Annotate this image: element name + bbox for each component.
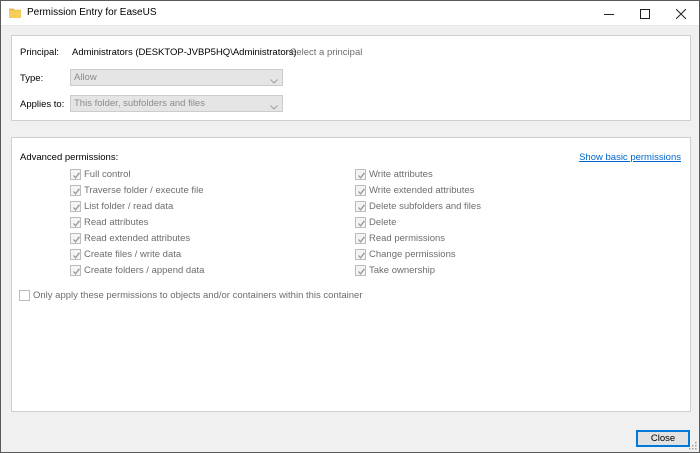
perm-label: Write extended attributes (369, 185, 475, 196)
advanced-permissions-panel: Advanced permissions: Show basic permiss… (11, 137, 691, 412)
permission-entry-window: Permission Entry for EaseUS Principal: A… (0, 0, 700, 453)
checkbox-checked-icon (70, 185, 81, 196)
perm-read-extended-attributes[interactable]: Read extended attributes (70, 232, 190, 245)
checkbox-checked-icon (70, 249, 81, 260)
minimize-button[interactable] (591, 1, 627, 26)
close-button[interactable]: Close (636, 430, 690, 447)
checkbox-checked-icon (70, 265, 81, 276)
resize-grip-icon[interactable] (687, 440, 697, 450)
minimize-icon (604, 13, 614, 15)
window-close-button[interactable] (663, 1, 699, 26)
applies-to-select[interactable]: This folder, subfolders and files (70, 95, 283, 112)
only-apply-label: Only apply these permissions to objects … (33, 290, 363, 301)
perm-create-folders[interactable]: Create folders / append data (70, 264, 204, 277)
close-icon (676, 8, 686, 19)
perm-label: Read extended attributes (84, 233, 191, 244)
perm-traverse-folder[interactable]: Traverse folder / execute file (70, 184, 204, 197)
perm-label: Create files / write data (84, 249, 182, 260)
principal-label: Principal: (20, 47, 60, 58)
perm-delete-subfolders[interactable]: Delete subfolders and files (355, 200, 481, 213)
checkbox-checked-icon (355, 217, 366, 228)
perm-write-extended-attributes[interactable]: Write extended attributes (355, 184, 474, 197)
title-bar[interactable]: Permission Entry for EaseUS (1, 1, 699, 26)
checkbox-checked-icon (70, 233, 81, 244)
perm-label: Traverse folder / execute file (84, 185, 204, 196)
checkbox-checked-icon (355, 249, 366, 260)
checkbox-checked-icon (355, 169, 366, 180)
advanced-permissions-title: Advanced permissions: (20, 152, 119, 163)
perm-label: Read permissions (369, 233, 446, 244)
checkbox-checked-icon (355, 201, 366, 212)
checkbox-checked-icon (355, 185, 366, 196)
perm-label: List folder / read data (84, 201, 174, 212)
principal-panel: Principal: Administrators (DESKTOP-JVBP5… (11, 35, 691, 121)
select-principal-link[interactable]: Select a principal (290, 47, 362, 58)
perm-write-attributes[interactable]: Write attributes (355, 168, 433, 181)
maximize-icon (640, 8, 650, 19)
checkbox-checked-icon (355, 233, 366, 244)
applies-to-label: Applies to: (20, 99, 65, 110)
perm-label: Take ownership (369, 265, 436, 276)
type-label: Type: (20, 73, 44, 84)
checkbox-checked-icon (70, 217, 81, 228)
checkbox-unchecked-icon (19, 290, 30, 301)
checkbox-checked-icon (70, 201, 81, 212)
perm-label: Full control (84, 169, 131, 180)
perm-change-permissions[interactable]: Change permissions (355, 248, 456, 261)
perm-label: Create folders / append data (84, 265, 205, 276)
checkbox-checked-icon (355, 265, 366, 276)
perm-take-ownership[interactable]: Take ownership (355, 264, 435, 277)
maximize-button[interactable] (627, 1, 663, 26)
perm-list-folder[interactable]: List folder / read data (70, 200, 173, 213)
window-title: Permission Entry for EaseUS (27, 7, 157, 18)
perm-create-files[interactable]: Create files / write data (70, 248, 181, 261)
perm-read-permissions[interactable]: Read permissions (355, 232, 445, 245)
perm-label: Delete subfolders and files (369, 201, 481, 212)
perm-full-control[interactable]: Full control (70, 168, 130, 181)
folder-icon (9, 7, 21, 18)
checkbox-checked-icon (70, 169, 81, 180)
type-select-value: Allow (74, 72, 97, 83)
perm-label: Write attributes (369, 169, 433, 180)
type-select[interactable]: Allow (70, 69, 283, 86)
perm-delete[interactable]: Delete (355, 216, 396, 229)
perm-label: Delete (369, 217, 397, 228)
perm-label: Change permissions (369, 249, 456, 260)
principal-value: Administrators (DESKTOP-JVBP5HQ\Administ… (72, 47, 297, 58)
only-apply-checkbox[interactable]: Only apply these permissions to objects … (19, 289, 363, 302)
chevron-down-icon (270, 74, 278, 89)
chevron-down-icon (270, 100, 278, 115)
show-basic-permissions-link[interactable]: Show basic permissions (579, 152, 681, 163)
perm-label: Read attributes (84, 217, 149, 228)
perm-read-attributes[interactable]: Read attributes (70, 216, 148, 229)
applies-to-select-value: This folder, subfolders and files (74, 98, 205, 109)
